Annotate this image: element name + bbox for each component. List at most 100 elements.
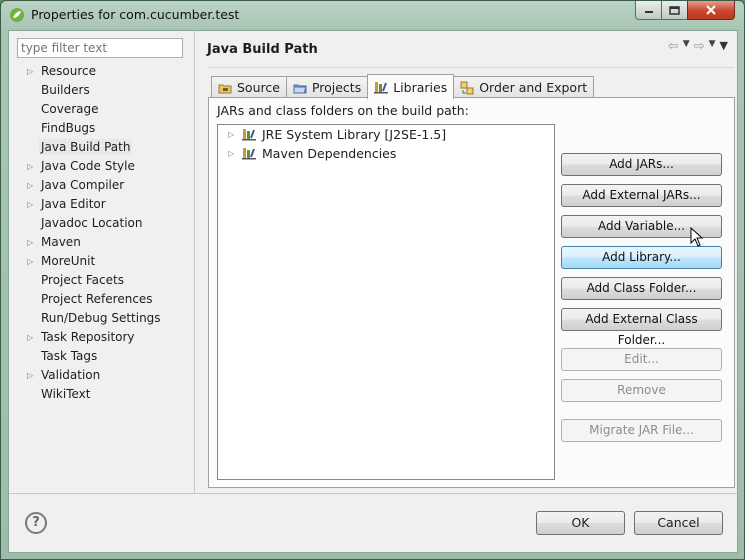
maximize-button[interactable] xyxy=(661,1,688,20)
library-item-label: Maven Dependencies xyxy=(262,146,397,161)
add-library-button[interactable]: Add Library... xyxy=(561,246,722,269)
view-menu-icon[interactable]: ▼ xyxy=(720,39,728,54)
expand-arrow-icon[interactable]: ▷ xyxy=(27,176,33,195)
order-export-icon xyxy=(460,81,474,94)
button-bar-separator xyxy=(9,493,737,494)
remove-button[interactable]: Remove xyxy=(561,379,722,402)
nav-item-label: WikiText xyxy=(41,387,91,401)
migrate-jar-button[interactable]: Migrate JAR File... xyxy=(561,419,722,442)
nav-item-label: MoreUnit xyxy=(41,254,96,268)
nav-item-label: Project References xyxy=(41,292,153,306)
dialog-client-area: ▷ Resource Builders Coverage FindBugs Java Bu… xyxy=(8,30,738,553)
expand-arrow-icon[interactable]: ▷ xyxy=(27,62,33,81)
expand-arrow-icon[interactable]: ▷ xyxy=(27,195,33,214)
help-icon[interactable]: ? xyxy=(25,512,47,534)
edit-button[interactable]: Edit... xyxy=(561,348,722,371)
page-navigation: ⇦ ▼ ⇨ ▼ ▼ xyxy=(668,39,728,54)
tab-order-export-label: Order and Export xyxy=(479,80,588,95)
forward-arrow-icon[interactable]: ⇨ xyxy=(694,39,705,54)
libraries-tab-panel: JARs and class folders on the build path… xyxy=(208,97,735,488)
nav-item[interactable]: Coverage xyxy=(9,100,194,119)
nav-item[interactable]: ▷ Java Editor xyxy=(9,195,194,214)
nav-item[interactable]: Task Tags xyxy=(9,347,194,366)
back-arrow-icon[interactable]: ⇦ xyxy=(668,39,679,54)
nav-item-label: Task Repository xyxy=(41,330,135,344)
right-pane: Java Build Path ⇦ ▼ ⇨ ▼ ▼ Source Project… xyxy=(195,31,738,493)
nav-item-label: Java Compiler xyxy=(41,178,125,192)
nav-item-label: Coverage xyxy=(41,102,99,116)
title-bar[interactable]: Properties for com.cucumber.test xyxy=(1,1,744,29)
nav-item[interactable]: ▷ Maven xyxy=(9,233,194,252)
expand-arrow-icon[interactable]: ▷ xyxy=(27,252,33,271)
ok-button[interactable]: OK xyxy=(536,511,625,535)
back-dropdown-icon[interactable]: ▼ xyxy=(683,39,690,54)
close-button[interactable] xyxy=(687,1,735,20)
add-external-class-folder-button[interactable]: Add External Class Folder... xyxy=(561,308,722,347)
maximize-icon xyxy=(669,5,680,15)
expand-arrow-icon[interactable]: ▷ xyxy=(27,328,33,347)
nav-item-label: Javadoc Location xyxy=(41,216,143,230)
spring-app-icon xyxy=(10,8,24,22)
nav-item[interactable]: ▷ Java Code Style xyxy=(9,157,194,176)
nav-item[interactable]: ▷ Java Compiler xyxy=(9,176,194,195)
add-external-jars-button[interactable]: Add External JARs... xyxy=(561,184,722,207)
libraries-icon xyxy=(374,82,389,94)
expand-arrow-icon[interactable]: ▷ xyxy=(27,366,33,385)
build-path-label: JARs and class folders on the build path… xyxy=(217,103,469,118)
property-page-tree: ▷ Resource Builders Coverage FindBugs Java Bu… xyxy=(9,62,194,404)
nav-item[interactable]: FindBugs xyxy=(9,119,194,138)
tab-source-label: Source xyxy=(237,80,280,95)
nav-item[interactable]: ▷ Resource xyxy=(9,62,194,81)
nav-item[interactable]: ▷ Validation xyxy=(9,366,194,385)
add-class-folder-button[interactable]: Add Class Folder... xyxy=(561,277,722,300)
tab-source[interactable]: Source xyxy=(211,76,287,98)
cancel-button[interactable]: Cancel xyxy=(634,511,723,535)
tab-order-export[interactable]: Order and Export xyxy=(453,76,595,98)
expand-arrow-icon[interactable]: ▷ xyxy=(27,233,33,252)
tab-libraries[interactable]: Libraries xyxy=(367,74,455,99)
filter-input[interactable] xyxy=(17,38,183,58)
minimize-icon xyxy=(644,11,653,13)
nav-item-label: Builders xyxy=(41,83,90,97)
library-jar-icon xyxy=(242,148,256,160)
nav-item-label: Maven xyxy=(41,235,81,249)
library-item-maven[interactable]: ▷ Maven Dependencies xyxy=(218,144,554,163)
nav-item[interactable]: Project Facets xyxy=(9,271,194,290)
nav-item[interactable]: ▷ Task Repository xyxy=(9,328,194,347)
forward-dropdown-icon[interactable]: ▼ xyxy=(709,39,716,54)
nav-item[interactable]: ▷ MoreUnit xyxy=(9,252,194,271)
left-pane: ▷ Resource Builders Coverage FindBugs Java Bu… xyxy=(9,31,194,493)
properties-window: Properties for com.cucumber.test ▷ Resour… xyxy=(0,0,745,560)
nav-item[interactable]: WikiText xyxy=(9,385,194,404)
tab-libraries-label: Libraries xyxy=(393,79,448,95)
build-path-tabs: Source Projects Libraries Order and Expo… xyxy=(211,74,595,99)
expand-arrow-icon[interactable]: ▷ xyxy=(228,125,234,144)
library-item-label: JRE System Library [J2SE-1.5] xyxy=(262,127,447,142)
tab-projects-label: Projects xyxy=(311,80,362,95)
nav-item[interactable]: Builders xyxy=(9,81,194,100)
minimize-button[interactable] xyxy=(635,1,662,20)
nav-item[interactable]: Javadoc Location xyxy=(9,214,194,233)
source-folder-icon xyxy=(218,84,232,93)
title-separator xyxy=(207,67,734,68)
nav-item-label: Task Tags xyxy=(41,349,98,363)
page-title: Java Build Path xyxy=(207,42,318,57)
window-title: Properties for com.cucumber.test xyxy=(31,7,240,22)
nav-item[interactable]: Project References xyxy=(9,290,194,309)
tab-projects[interactable]: Projects xyxy=(285,76,369,98)
nav-item[interactable]: Run/Debug Settings xyxy=(9,309,194,328)
nav-item-label: Java Code Style xyxy=(41,159,135,173)
nav-item-label: Java Editor xyxy=(41,197,106,211)
nav-item[interactable]: Java Build Path xyxy=(9,138,194,157)
expand-arrow-icon[interactable]: ▷ xyxy=(27,157,33,176)
close-icon xyxy=(706,5,716,15)
nav-item-label: Run/Debug Settings xyxy=(41,311,161,325)
library-item-jre[interactable]: ▷ JRE System Library [J2SE-1.5] xyxy=(218,125,554,144)
expand-arrow-icon[interactable]: ▷ xyxy=(228,144,234,163)
nav-item-label: FindBugs xyxy=(41,121,96,135)
libraries-tree[interactable]: ▷ JRE System Library [J2SE-1.5] ▷ Maven … xyxy=(217,124,555,480)
nav-item-label: Java Build Path xyxy=(39,139,133,155)
add-jars-button[interactable]: Add JARs... xyxy=(561,153,722,176)
nav-item-label: Validation xyxy=(41,368,101,382)
mouse-pointer-icon xyxy=(690,227,704,247)
